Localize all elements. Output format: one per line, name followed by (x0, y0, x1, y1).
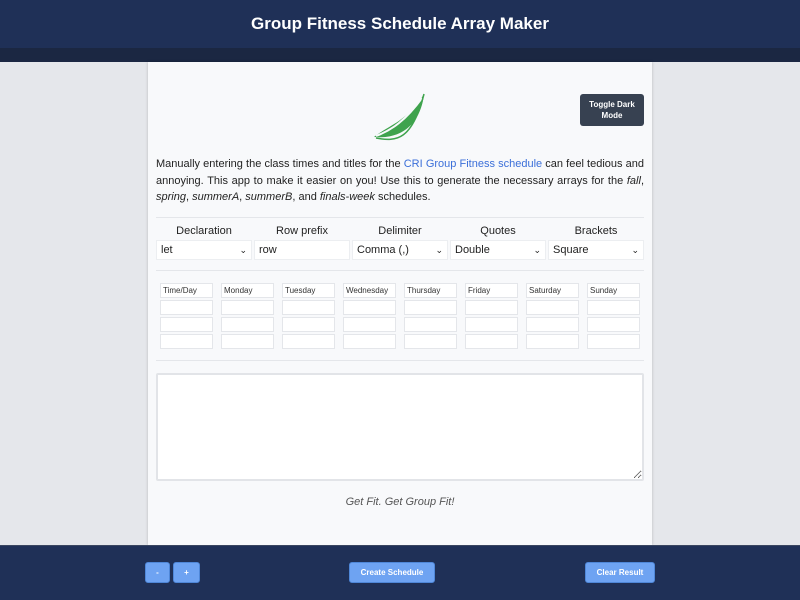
option-value: Double (455, 244, 490, 256)
grid-cell-input[interactable] (221, 317, 274, 332)
remove-row-button[interactable]: - (145, 562, 170, 583)
grid-cell-input[interactable] (404, 317, 457, 332)
intro-text-part: , (640, 174, 644, 187)
option-label: Quotes (480, 225, 516, 237)
app-title: Group Fitness Schedule Array Maker (251, 14, 549, 33)
toggle-dark-mode-button[interactable]: Toggle Dark Mode (580, 94, 644, 126)
option-declaration: Declaration let ⌄ (156, 224, 252, 260)
grid-cell-input[interactable] (465, 317, 518, 332)
option-label: Delimiter (378, 225, 422, 237)
term-summerb: summerB (245, 191, 293, 203)
option-select[interactable]: let ⌄ (156, 240, 252, 260)
option-select[interactable]: Square ⌄ (548, 240, 644, 260)
grid-cell-input[interactable] (282, 317, 335, 332)
grid-header-input[interactable]: Tuesday (282, 283, 335, 298)
option-row-prefix: Row prefix row (254, 224, 350, 260)
option-delimiter: Delimiter Comma (,) ⌄ (352, 224, 448, 260)
grid-cell-input[interactable] (282, 334, 335, 349)
intro-text-part: Manually entering the class times and ti… (156, 158, 404, 170)
grid-header-input[interactable]: Saturday (526, 283, 579, 298)
grid-cell-input[interactable] (221, 300, 274, 315)
grid-cell-input[interactable] (160, 300, 213, 315)
term-summera: summerA (192, 191, 240, 203)
intro-text: Manually entering the class times and ti… (156, 156, 644, 206)
grid-cell-input[interactable] (221, 334, 274, 349)
grid-cell-input[interactable] (282, 300, 335, 315)
grid-cell-input[interactable] (404, 334, 457, 349)
grid-cell-input[interactable] (587, 300, 640, 315)
divider (156, 270, 644, 271)
chevron-down-icon: ⌄ (631, 245, 639, 255)
option-value: Square (553, 244, 589, 256)
option-label: Declaration (176, 225, 232, 237)
cri-schedule-link[interactable]: CRI Group Fitness schedule (404, 158, 542, 170)
tagline: Get Fit. Get Group Fit! (345, 496, 455, 508)
intro-text-part: , and (292, 191, 320, 203)
grid-cell-input[interactable] (343, 300, 396, 315)
clear-result-button[interactable]: Clear Result (585, 562, 655, 583)
chevron-down-icon: ⌄ (239, 245, 247, 255)
option-quotes: Quotes Double ⌄ (450, 224, 546, 260)
option-value: row (259, 244, 277, 256)
option-select[interactable]: Double ⌄ (450, 240, 546, 260)
grid-cell-input[interactable] (526, 317, 579, 332)
grid-header-input[interactable]: Friday (465, 283, 518, 298)
grid-header-input[interactable]: Sunday (587, 283, 640, 298)
grid-cell-input[interactable] (160, 334, 213, 349)
chevron-down-icon: ⌄ (435, 245, 443, 255)
grid-header-input[interactable]: Monday (221, 283, 274, 298)
result-textarea[interactable] (156, 373, 644, 481)
term-spring: spring (156, 191, 186, 203)
grid-cell-input[interactable] (343, 334, 396, 349)
leaf-logo-icon (374, 93, 425, 141)
header-strip (0, 48, 800, 62)
grid-header-input[interactable]: Wednesday (343, 283, 396, 298)
term-fall: fall (626, 174, 641, 187)
chevron-down-icon: ⌄ (533, 245, 541, 255)
grid-header-input[interactable]: Thursday (404, 283, 457, 298)
grid-cell-input[interactable] (465, 300, 518, 315)
grid-cell-input[interactable] (343, 317, 396, 332)
option-label: Row prefix (276, 225, 328, 237)
option-select[interactable]: Comma (,) ⌄ (352, 240, 448, 260)
grid-cell-input[interactable] (587, 334, 640, 349)
grid-cell-input[interactable] (526, 334, 579, 349)
grid-cell-input[interactable] (404, 300, 457, 315)
grid-cell-input[interactable] (587, 317, 640, 332)
intro-text-part: schedules. (374, 191, 431, 203)
footer-toolbar: - + Create Schedule Clear Result (0, 545, 800, 600)
option-value: Comma (,) (357, 244, 409, 256)
grid-cell-input[interactable] (526, 300, 579, 315)
option-brackets: Brackets Square ⌄ (548, 224, 644, 260)
app-header: Group Fitness Schedule Array Maker (0, 0, 800, 48)
divider (156, 360, 644, 361)
option-value: let (161, 244, 173, 256)
create-schedule-button[interactable]: Create Schedule (349, 562, 435, 583)
grid-header-input[interactable]: Time/Day (160, 283, 213, 298)
term-finals-week: finals-week (319, 191, 375, 203)
options-row: Declaration let ⌄ Row prefix row Delimiter Com… (156, 224, 644, 260)
divider (156, 217, 644, 218)
grid-cell-input[interactable] (160, 317, 213, 332)
option-label: Brackets (574, 225, 618, 237)
option-input[interactable]: row (254, 240, 350, 260)
main-card: Toggle Dark Mode Manually entering the c… (148, 62, 652, 545)
grid-cell-input[interactable] (465, 334, 518, 349)
add-row-button[interactable]: + (173, 562, 200, 583)
